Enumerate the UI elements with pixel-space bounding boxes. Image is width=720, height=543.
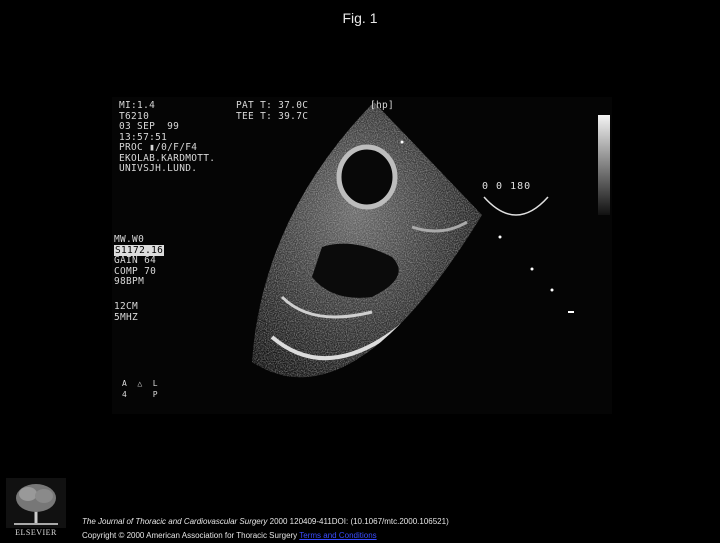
echocardiogram-image: MI:1.4 T6210 03 SEP 99 13:57:51 PROC ▮/0… <box>112 97 612 414</box>
journal-name: The Journal of Thoracic and Cardiovascul… <box>82 517 268 526</box>
citation: The Journal of Thoracic and Cardiovascul… <box>82 515 449 543</box>
elsevier-wordmark: ELSEVIER <box>15 528 57 537</box>
patient-info-block: MI:1.4 T6210 03 SEP 99 13:57:51 PROC ▮/0… <box>119 100 216 174</box>
citation-details: 2000 120409-411DOI: (10.1067/mtc.2000.10… <box>267 517 449 526</box>
settings-block: MW.W0 S1172.16 GAIN 64 COMP 70 98BPM <box>114 234 165 288</box>
slide-title: Fig. 1 <box>342 10 378 26</box>
temperature-block: PAT T: 37.0C TEE T: 39.7C <box>236 100 309 122</box>
settings-values: GAIN 64 COMP 70 98BPM <box>114 255 157 287</box>
depth-block: 12CM 5MHZ <box>114 301 139 323</box>
omniplane-indicator <box>483 196 549 216</box>
terms-link[interactable]: Terms and Conditions <box>299 531 376 540</box>
orientation-marker: A △ L 4 P <box>122 379 158 399</box>
hp-tag: [hp] <box>370 100 395 111</box>
grayscale-bar <box>598 115 610 215</box>
copyright-text: Copyright © 2000 American Association fo… <box>82 531 298 540</box>
omniplane-angle: 0 0 180 <box>482 181 532 192</box>
aortic-root <box>336 144 398 210</box>
settings-head: MW.W0 <box>114 234 145 245</box>
settings-highlight: S1172.16 <box>114 244 165 256</box>
